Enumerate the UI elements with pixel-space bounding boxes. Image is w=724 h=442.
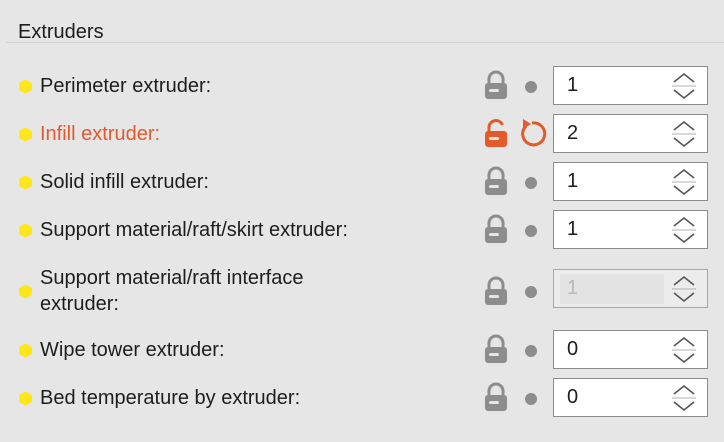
system-value-dot-icon[interactable] bbox=[525, 225, 537, 237]
section-title: Extruders bbox=[18, 21, 104, 43]
spin-arrows-icon[interactable] bbox=[671, 71, 697, 101]
hexagon-bullet-icon bbox=[19, 79, 32, 94]
row-solid-infill-extruder: Solid infill extruder: 1 bbox=[0, 158, 724, 206]
support-interface-extruder-spinbox: 1 bbox=[553, 269, 708, 308]
bed-temperature-by-extruder-spinbox[interactable]: 0 bbox=[553, 378, 708, 417]
solid-infill-extruder-spinbox[interactable]: 1 bbox=[553, 162, 708, 201]
spinbox-value[interactable]: 1 bbox=[567, 169, 578, 193]
perimeter-extruder-label: Perimeter extruder: bbox=[40, 75, 212, 97]
support-material-extruder-label: Support material/raft/skirt extruder: bbox=[40, 219, 348, 241]
hexagon-bullet-icon bbox=[19, 284, 32, 299]
spin-arrows-icon[interactable] bbox=[671, 167, 697, 197]
system-value-dot-icon[interactable] bbox=[525, 286, 537, 298]
support-interface-extruder-label-line2: extruder: bbox=[40, 293, 119, 315]
extruders-group: Extruders Perimeter extruder: 1 Infill e… bbox=[0, 0, 724, 442]
spin-arrows-icon bbox=[672, 275, 696, 303]
spin-arrows-icon[interactable] bbox=[671, 215, 697, 245]
row-infill-extruder: Infill extruder: 2 bbox=[0, 110, 724, 158]
spin-arrows-icon[interactable] bbox=[671, 119, 697, 149]
infill-extruder-spinbox[interactable]: 2 bbox=[553, 114, 708, 153]
solid-infill-extruder-label: Solid infill extruder: bbox=[40, 171, 209, 193]
spinbox-value[interactable]: 1 bbox=[567, 217, 578, 241]
row-wipe-tower-extruder: Wipe tower extruder: 0 bbox=[0, 326, 724, 374]
spinbox-value[interactable]: 0 bbox=[567, 337, 578, 361]
spinbox-value: 1 bbox=[567, 277, 579, 299]
row-support-material-extruder: Support material/raft/skirt extruder: 1 bbox=[0, 206, 724, 254]
hexagon-bullet-icon bbox=[19, 343, 32, 358]
hexagon-bullet-icon bbox=[19, 391, 32, 406]
lock-icon[interactable] bbox=[483, 334, 509, 364]
system-value-dot-icon[interactable] bbox=[525, 345, 537, 357]
undo-arrow-icon[interactable] bbox=[517, 118, 547, 148]
hexagon-bullet-icon bbox=[19, 175, 32, 190]
wipe-tower-extruder-label: Wipe tower extruder: bbox=[40, 339, 225, 361]
spinbox-value[interactable]: 1 bbox=[567, 73, 578, 97]
unlock-icon[interactable] bbox=[483, 118, 509, 148]
system-value-dot-icon[interactable] bbox=[525, 393, 537, 405]
spinbox-value[interactable]: 0 bbox=[567, 385, 578, 409]
perimeter-extruder-spinbox[interactable]: 1 bbox=[553, 66, 708, 105]
section-divider bbox=[6, 42, 724, 43]
lock-icon[interactable] bbox=[483, 214, 509, 244]
support-material-extruder-spinbox[interactable]: 1 bbox=[553, 210, 708, 249]
lock-icon[interactable] bbox=[483, 382, 509, 412]
wipe-tower-extruder-spinbox[interactable]: 0 bbox=[553, 330, 708, 369]
lock-icon[interactable] bbox=[483, 276, 509, 306]
lock-icon[interactable] bbox=[483, 70, 509, 100]
infill-extruder-label: Infill extruder: bbox=[40, 123, 161, 145]
spinbox-value[interactable]: 2 bbox=[567, 121, 578, 145]
row-bed-temperature-by-extruder: Bed temperature by extruder: 0 bbox=[0, 374, 724, 422]
hexagon-bullet-icon bbox=[19, 223, 32, 238]
hexagon-bullet-icon bbox=[19, 127, 32, 142]
row-support-interface-extruder: Support material/raft interface extruder… bbox=[0, 256, 724, 324]
spin-arrows-icon[interactable] bbox=[671, 335, 697, 365]
support-interface-extruder-label-line1: Support material/raft interface bbox=[40, 267, 304, 289]
row-perimeter-extruder: Perimeter extruder: 1 bbox=[0, 62, 724, 110]
bed-temperature-by-extruder-label: Bed temperature by extruder: bbox=[40, 387, 301, 409]
system-value-dot-icon[interactable] bbox=[525, 177, 537, 189]
spin-arrows-icon[interactable] bbox=[671, 383, 697, 413]
lock-icon[interactable] bbox=[483, 166, 509, 196]
system-value-dot-icon[interactable] bbox=[525, 81, 537, 93]
